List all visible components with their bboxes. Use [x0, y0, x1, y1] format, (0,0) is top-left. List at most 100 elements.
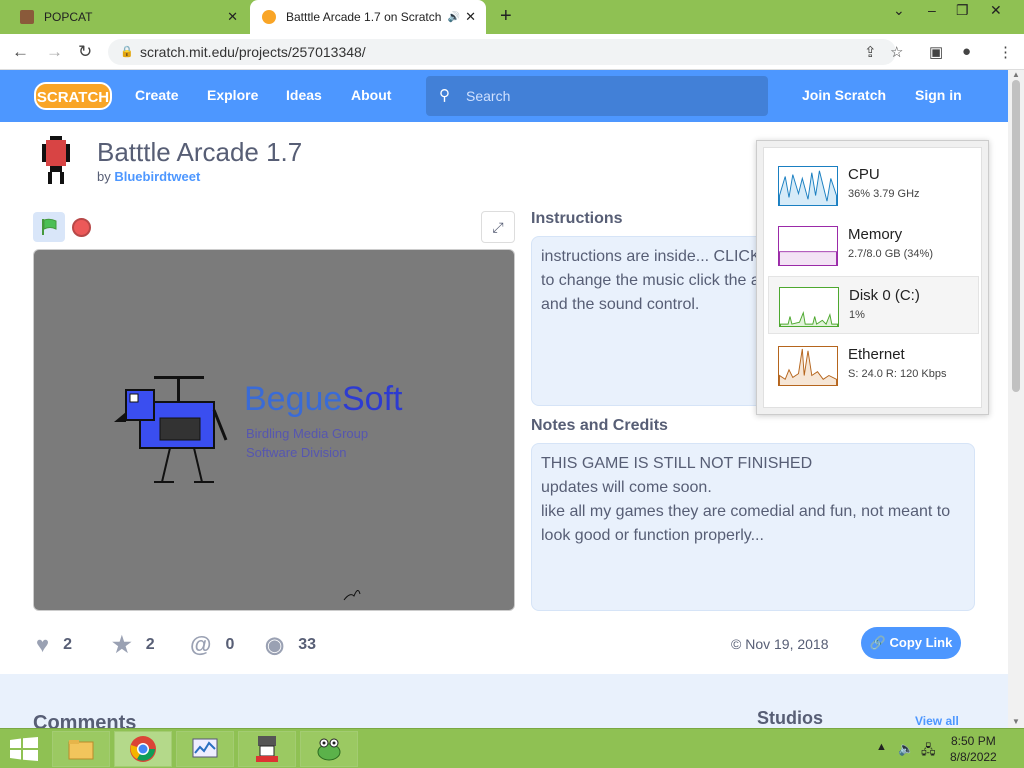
project-stage[interactable]: Begue Soft Birdling Media Group Software… [33, 249, 515, 611]
remix-icon: @ [190, 632, 212, 657]
chrome-logo-icon [130, 736, 156, 762]
back-icon[interactable]: ← [12, 42, 29, 62]
volume-icon[interactable]: 🔈 [898, 741, 914, 757]
notes-line: like all my games they are comedial and … [541, 503, 951, 520]
profile-icon[interactable]: ● [962, 43, 971, 60]
nav-create[interactable]: Create [135, 87, 179, 103]
by-label: by [97, 169, 111, 184]
tm-name: Disk 0 (C:) [849, 287, 920, 304]
windows-start-icon[interactable] [10, 737, 38, 761]
stage-brand-begue: Begue [244, 380, 342, 418]
tm-value: S: 24.0 R: 120 Kbps [848, 368, 947, 380]
search-placeholder: Search [466, 88, 511, 104]
scratch-favicon-icon [262, 10, 276, 24]
view-count: 33 [298, 636, 316, 653]
tray-overflow-icon[interactable]: ▲ [876, 741, 887, 753]
ethernet-graph [778, 346, 838, 386]
comments-heading: Comments [33, 712, 137, 728]
bookmark-star-icon[interactable]: ☆ [890, 43, 903, 61]
author-avatar[interactable] [40, 136, 72, 186]
author-link[interactable]: Bluebirdtweet [114, 169, 200, 184]
nav-explore[interactable]: Explore [207, 87, 258, 103]
toolbar: ← → ↻ 🔒 scratch.mit.edu/projects/2570133… [0, 34, 1024, 70]
tm-row-memory[interactable]: Memory 2.7/8.0 GB (34%) [768, 216, 979, 274]
address-bar[interactable]: 🔒 scratch.mit.edu/projects/257013348/ [108, 39, 896, 65]
tm-row-ethernet[interactable]: Ethernet S: 24.0 R: 120 Kbps [768, 336, 979, 394]
eye-icon: ◉ [265, 632, 285, 657]
task-manager-taskbar-icon[interactable] [176, 731, 234, 767]
scroll-down-icon[interactable]: ▼ [1012, 717, 1020, 726]
scroll-up-icon[interactable]: ▲ [1012, 70, 1020, 79]
tab-search-icon[interactable]: ⌄ [893, 2, 905, 19]
fullscreen-button[interactable]: ⤢ [481, 211, 515, 243]
heart-icon: ♥ [36, 632, 50, 657]
performance-panel: CPU 36% 3.79 GHz Memory 2.7/8.0 GB (34%)… [763, 147, 982, 408]
studios-heading: Studios [757, 708, 823, 728]
game-app-icon[interactable] [238, 731, 296, 767]
tab-title: Batttle Arcade 1.7 on Scratch [286, 10, 442, 24]
restore-icon[interactable]: ❐ [956, 2, 969, 19]
lock-icon: 🔒 [120, 46, 134, 58]
taskbar: ▲ 🔈 🖧 8:50 PM 8/8/2022 [0, 728, 1024, 768]
instructions-heading: Instructions [531, 210, 623, 227]
forward-icon[interactable]: → [46, 42, 63, 62]
search-input[interactable]: ⚲ Search [426, 76, 768, 116]
green-flag-icon [42, 218, 57, 235]
folder-icon [68, 740, 94, 760]
cpu-graph [778, 166, 838, 206]
copy-link-button[interactable]: 🔗 Copy Link [861, 627, 961, 659]
system-clock[interactable]: 8:50 PM 8/8/2022 [950, 733, 997, 765]
frog-app-icon[interactable] [300, 731, 358, 767]
memory-graph [778, 226, 838, 266]
close-tab-icon[interactable]: ✕ [227, 9, 238, 25]
close-tab-icon[interactable]: ✕ [465, 9, 476, 25]
tm-name: Memory [848, 226, 903, 243]
green-flag-button[interactable] [33, 212, 65, 242]
reload-icon[interactable]: ↻ [78, 42, 92, 62]
tm-row-disk[interactable]: Disk 0 (C:) 1% [768, 276, 979, 334]
link-icon: 🔗 [869, 635, 890, 650]
audio-icon[interactable]: 🔊 [447, 12, 459, 23]
notes-heading: Notes and Credits [531, 417, 668, 434]
scratch-logo[interactable]: SCRATCH [34, 82, 112, 110]
search-icon: ⚲ [439, 87, 450, 104]
love-count: 2 [63, 636, 72, 653]
side-panel-icon[interactable]: ▣ [929, 43, 943, 61]
minimize-icon[interactable]: – [928, 2, 936, 18]
love-stat[interactable]: ♥ 2 [36, 632, 72, 658]
chrome-icon[interactable] [114, 731, 172, 767]
close-window-icon[interactable]: ✕ [990, 2, 1002, 19]
pixel-character-icon [256, 736, 278, 762]
network-icon[interactable]: 🖧 [921, 741, 936, 763]
views-stat: ◉ 33 [265, 632, 316, 658]
page-scrollbar[interactable]: ▲ ▼ [1008, 70, 1024, 728]
popcat-favicon-icon [20, 10, 34, 24]
scrollbar-thumb[interactable] [1012, 80, 1020, 392]
scratch-nav: SCRATCH Create Explore Ideas About ⚲ Sea… [0, 70, 1008, 122]
join-scratch-link[interactable]: Join Scratch [802, 87, 886, 103]
shared-date: © Nov 19, 2018 [731, 636, 829, 652]
task-manager-widget[interactable]: CPU 36% 3.79 GHz Memory 2.7/8.0 GB (34%)… [756, 140, 989, 415]
tab-title: POPCAT [44, 10, 93, 24]
nav-about[interactable]: About [351, 87, 391, 103]
new-tab-button[interactable]: + [500, 5, 512, 28]
sign-in-link[interactable]: Sign in [915, 87, 962, 103]
favorite-count: 2 [145, 636, 155, 653]
nav-ideas[interactable]: Ideas [286, 87, 322, 103]
tm-name: Ethernet [848, 346, 905, 363]
share-icon[interactable]: ⇪ [864, 43, 877, 61]
tab-scratch[interactable]: Batttle Arcade 1.7 on Scratch 🔊 ✕ [250, 0, 486, 34]
url-text: scratch.mit.edu/projects/257013348/ [140, 44, 366, 60]
tm-row-cpu[interactable]: CPU 36% 3.79 GHz [768, 156, 979, 214]
file-explorer-icon[interactable] [52, 731, 110, 767]
project-title: Batttle Arcade 1.7 [97, 137, 303, 167]
tab-popcat[interactable]: POPCAT ✕ [8, 0, 248, 34]
project-byline: by Bluebirdtweet [97, 169, 200, 184]
notes-line: updates will come soon. [541, 479, 712, 496]
view-all-link[interactable]: View all [915, 714, 959, 728]
favorite-stat[interactable]: ★ 2 [112, 632, 155, 658]
stop-button[interactable] [72, 218, 91, 237]
menu-icon[interactable]: ⋮ [998, 43, 1013, 61]
stage-canvas: Begue Soft Birdling Media Group Software… [114, 376, 403, 601]
tm-value: 1% [849, 309, 865, 321]
